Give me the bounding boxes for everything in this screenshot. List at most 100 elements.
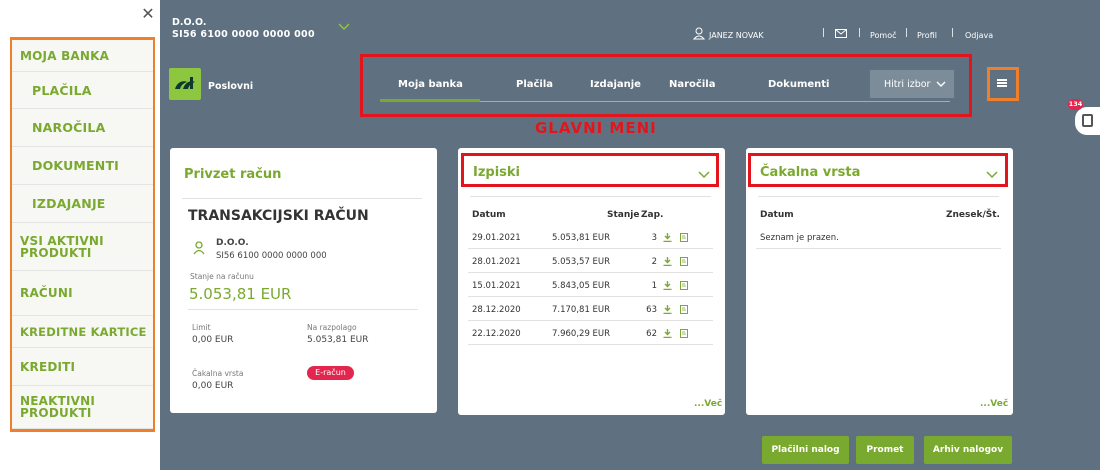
download-icon[interactable] bbox=[663, 329, 672, 338]
row-date: 28.12.2020 bbox=[472, 305, 521, 315]
active-tab-indicator bbox=[380, 99, 480, 102]
column-header-date: Datum bbox=[472, 210, 506, 220]
download-icon[interactable] bbox=[663, 257, 672, 266]
pdf-icon[interactable] bbox=[680, 329, 688, 338]
column-header-amount: Znesek/Št. bbox=[946, 210, 1000, 220]
side-menu-item-label: IZDAJANJE bbox=[32, 196, 106, 211]
side-menu-item-moja-banka[interactable]: MOJA BANKA bbox=[12, 40, 153, 72]
side-menu-item-placila[interactable]: PLAČILA bbox=[12, 72, 153, 109]
account-balance: 5.053,81 EUR bbox=[189, 285, 292, 303]
table-row[interactable]: 15.01.2021 5.843,05 EUR 1 bbox=[468, 273, 713, 297]
empty-message: Seznam je prazen. bbox=[760, 233, 839, 243]
close-icon[interactable]: ✕ bbox=[140, 6, 156, 22]
table-row[interactable]: 29.01.2021 5.053,81 EUR 3 bbox=[468, 225, 713, 249]
side-menu-panel: ✕ MOJA BANKA PLAČILA NAROČILA DOKUMENTI … bbox=[0, 0, 160, 470]
balance-label: Stanje na računu bbox=[190, 272, 254, 281]
main-menu-annotation: GLAVNI MENI bbox=[535, 119, 657, 137]
limit-value: 0,00 EUR bbox=[192, 335, 234, 345]
hamburger-menu-icon[interactable] bbox=[996, 77, 1008, 89]
e-racun-badge[interactable]: E-račun bbox=[307, 366, 354, 380]
side-menu-item-dokumenti[interactable]: DOKUMENTI bbox=[12, 147, 153, 185]
available-label: Na razpolago bbox=[307, 323, 357, 332]
account-type: TRANSAKCIJSKI RAČUN bbox=[188, 208, 369, 224]
side-menu-item-krediti[interactable]: KREDITI bbox=[12, 348, 153, 386]
default-account-card: Privzet račun TRANSAKCIJSKI RAČUN D.O.O.… bbox=[170, 148, 437, 413]
column-header-balance: Stanje bbox=[607, 210, 640, 220]
table-row[interactable]: 22.12.2020 7.960,29 EUR 62 bbox=[468, 321, 713, 345]
quick-select-label: Hitri izbor bbox=[884, 78, 931, 90]
turnover-button[interactable]: Promet bbox=[856, 436, 914, 464]
account-holder: D.O.O. bbox=[216, 238, 249, 248]
card-title[interactable]: Čakalna vrsta bbox=[760, 165, 860, 180]
mail-icon[interactable] bbox=[835, 29, 847, 38]
tab-izdajanje[interactable]: Izdajanje bbox=[590, 79, 641, 90]
queue-value: 0,00 EUR bbox=[192, 381, 234, 391]
logout-link[interactable]: Odjava bbox=[965, 31, 993, 40]
divider bbox=[470, 196, 711, 197]
download-icon[interactable] bbox=[663, 233, 672, 242]
chevron-down-icon[interactable] bbox=[698, 170, 710, 180]
pdf-icon[interactable] bbox=[680, 257, 688, 266]
side-menu-item-racuni[interactable]: RAČUNI bbox=[12, 271, 153, 316]
side-menu-item-kreditne-kartice[interactable]: KREDITNE KARTICE bbox=[12, 316, 153, 348]
download-icon[interactable] bbox=[663, 281, 672, 290]
chevron-down-icon[interactable] bbox=[986, 170, 998, 180]
row-balance: 7.960,29 EUR bbox=[552, 329, 611, 339]
pdf-icon[interactable] bbox=[680, 233, 688, 242]
pdf-icon[interactable] bbox=[680, 305, 688, 314]
row-balance: 5.053,81 EUR bbox=[552, 233, 611, 243]
tab-dokumenti[interactable]: Dokumenti bbox=[768, 79, 829, 90]
user-icon bbox=[693, 27, 705, 40]
limit-label: Limit bbox=[192, 323, 211, 332]
user-name[interactable]: JANEZ NOVAK bbox=[709, 31, 764, 40]
chevron-down-icon[interactable] bbox=[338, 20, 350, 32]
side-menu-item-izdajanje[interactable]: IZDAJANJE bbox=[12, 185, 153, 223]
table-row-empty: Seznam je prazen. bbox=[756, 225, 1001, 249]
side-menu-item-label: RAČUNI bbox=[20, 286, 73, 300]
account-iban: SI56 6100 0000 0000 000 bbox=[216, 251, 327, 261]
pdf-icon[interactable] bbox=[680, 281, 688, 290]
side-menu-item-vsi-aktivni-produkti[interactable]: VSI AKTIVNI PRODUKTI bbox=[12, 223, 153, 271]
profile-link[interactable]: Profil bbox=[917, 31, 937, 40]
payment-order-button[interactable]: Plačilni nalog bbox=[762, 436, 849, 464]
separator: | bbox=[951, 28, 955, 38]
column-header-date: Datum bbox=[760, 210, 794, 220]
card-title[interactable]: Izpiski bbox=[473, 165, 520, 180]
download-icon[interactable] bbox=[663, 305, 672, 314]
bank-logo[interactable] bbox=[169, 68, 201, 100]
separator: | bbox=[822, 28, 826, 38]
payment-queue-card: Čakalna vrsta Datum Znesek/Št. Seznam je… bbox=[746, 148, 1013, 415]
main-app: D.O.O. SI56 6100 0000 0000 000 JANEZ NOV… bbox=[160, 0, 1100, 470]
separator: | bbox=[858, 28, 862, 38]
more-link[interactable]: ...Več bbox=[694, 399, 722, 409]
logo-mark-icon bbox=[175, 77, 195, 89]
tab-moja-banka[interactable]: Moja banka bbox=[398, 79, 463, 90]
more-link[interactable]: ...Več bbox=[980, 399, 1008, 409]
separator: | bbox=[905, 28, 909, 38]
quick-select-dropdown[interactable]: Hitri izbor bbox=[870, 70, 954, 98]
table-row[interactable]: 28.12.2020 7.170,81 EUR 63 bbox=[468, 297, 713, 321]
side-menu-item-label: DOKUMENTI bbox=[32, 158, 120, 173]
account-selector-iban[interactable]: SI56 6100 0000 0000 000 bbox=[172, 29, 315, 40]
account-selector-name[interactable]: D.O.O. bbox=[172, 17, 206, 28]
queue-label: Čakalna vrsta bbox=[192, 369, 244, 378]
row-balance: 5.843,05 EUR bbox=[552, 281, 611, 291]
side-menu-item-label: MOJA BANKA bbox=[20, 48, 110, 63]
side-menu-item-neaktivni-produkti[interactable]: NEAKTIVNI PRODUKTI bbox=[12, 386, 153, 429]
row-date: 15.01.2021 bbox=[472, 281, 521, 291]
row-date: 28.01.2021 bbox=[472, 257, 521, 267]
tab-placila[interactable]: Plačila bbox=[516, 79, 553, 90]
row-no: 3 bbox=[651, 233, 657, 243]
tab-narocila[interactable]: Naročila bbox=[669, 79, 715, 90]
row-no: 63 bbox=[646, 305, 657, 315]
side-menu-item-label: VSI AKTIVNI PRODUKTI bbox=[20, 233, 104, 260]
orders-archive-button[interactable]: Arhiv nalogov bbox=[924, 436, 1012, 464]
row-date: 29.01.2021 bbox=[472, 233, 521, 243]
divider bbox=[188, 309, 418, 310]
chevron-down-icon bbox=[936, 81, 946, 87]
available-value: 5.053,81 EUR bbox=[307, 335, 369, 345]
row-date: 22.12.2020 bbox=[472, 329, 521, 339]
help-link[interactable]: Pomoč bbox=[870, 31, 897, 40]
side-menu-item-narocila[interactable]: NAROČILA bbox=[12, 109, 153, 147]
table-row[interactable]: 28.01.2021 5.053,57 EUR 2 bbox=[468, 249, 713, 273]
